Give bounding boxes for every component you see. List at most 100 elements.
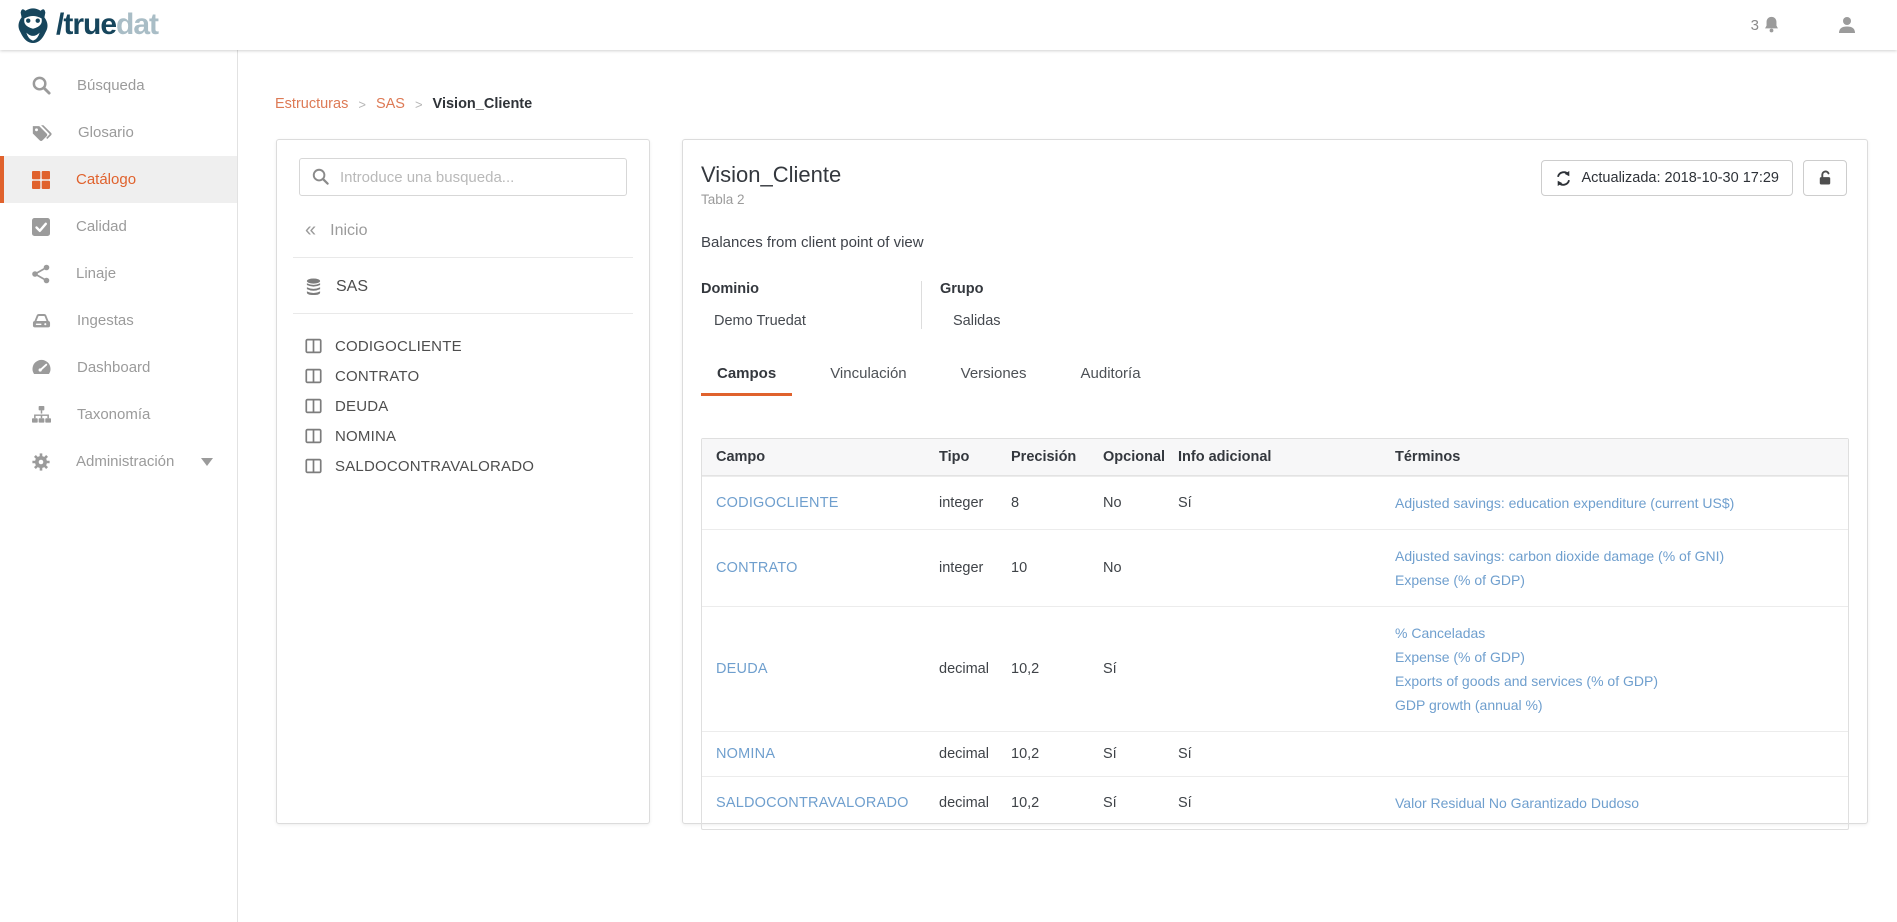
cell-opcional: Sí: [1103, 795, 1178, 811]
breadcrumb: Estructuras > SAS > Vision_Cliente: [275, 96, 1897, 112]
breadcrumb-link-estructuras[interactable]: Estructuras: [275, 96, 348, 112]
table-header-row: Campo Tipo Precisión Opcional Info adici…: [702, 439, 1848, 476]
sidebar-item-catalogo[interactable]: Catálogo: [0, 156, 237, 203]
sidebar-item-linaje[interactable]: Linaje: [0, 250, 237, 297]
user-menu-button[interactable]: [1837, 15, 1857, 35]
field-link[interactable]: DEUDA: [716, 661, 768, 677]
breadcrumb-link-sas[interactable]: SAS: [376, 96, 405, 112]
tree-field-nomina[interactable]: NOMINA: [305, 421, 627, 451]
term-link[interactable]: Adjusted savings: carbon dioxide damage …: [1395, 544, 1836, 568]
database-icon: [305, 278, 322, 296]
field-link[interactable]: SALDOCONTRAVALORADO: [716, 795, 909, 811]
tab-versiones[interactable]: Versiones: [945, 356, 1043, 396]
truedat-logo[interactable]: /truedat: [14, 5, 158, 45]
divider: [293, 257, 633, 258]
tree-field-contrato[interactable]: CONTRATO: [305, 361, 627, 391]
lock-toggle-button[interactable]: [1803, 160, 1847, 196]
table-columns-icon: [305, 458, 322, 474]
term-link[interactable]: GDP growth (annual %): [1395, 693, 1836, 717]
detail-tabs: Campos Vinculación Versiones Auditoría: [701, 356, 1849, 396]
table-columns-icon: [305, 398, 322, 414]
field-link[interactable]: CONTRATO: [716, 560, 798, 576]
breadcrumb-separator: >: [415, 97, 423, 112]
owl-logo-icon: [14, 5, 52, 45]
check-square-icon: [31, 217, 51, 237]
notifications-button[interactable]: 3: [1751, 15, 1781, 35]
cell-info-adicional: Sí: [1178, 495, 1395, 511]
tree-search-input[interactable]: [299, 158, 627, 196]
cell-tipo: decimal: [939, 661, 1011, 677]
tree-field-deuda[interactable]: DEUDA: [305, 391, 627, 421]
gauge-icon: [31, 358, 52, 377]
field-link[interactable]: CODIGOCLIENTE: [716, 495, 839, 511]
table-row: SALDOCONTRAVALORADO decimal 10,2 Sí Sí V…: [702, 776, 1848, 829]
sidebar-item-taxonomia[interactable]: Taxonomía: [0, 391, 237, 438]
tree-back-button[interactable]: « Inicio: [305, 222, 627, 240]
tree-field-codigocliente[interactable]: CODIGOCLIENTE: [305, 331, 627, 361]
term-link[interactable]: Expense (% of GDP): [1395, 645, 1836, 669]
sidebar-item-busqueda[interactable]: Búsqueda: [0, 62, 237, 109]
table-columns-icon: [305, 428, 322, 444]
cell-terminos: % CanceladasExpense (% of GDP)Exports of…: [1395, 621, 1848, 717]
refresh-icon: [1555, 170, 1572, 187]
search-icon: [31, 75, 52, 96]
cell-opcional: Sí: [1103, 746, 1178, 762]
group-label: Grupo: [940, 281, 1001, 297]
cell-terminos: Adjusted savings: carbon dioxide damage …: [1395, 544, 1848, 592]
table-row: CONTRATO integer 10 No Adjusted savings:…: [702, 529, 1848, 606]
term-link[interactable]: % Canceladas: [1395, 621, 1836, 645]
field-link[interactable]: NOMINA: [716, 746, 775, 762]
bell-icon: [1762, 15, 1781, 35]
tree-field-saldocontravalorado[interactable]: SALDOCONTRAVALORADO: [305, 451, 627, 481]
table-row: DEUDA decimal 10,2 Sí % CanceladasExpens…: [702, 606, 1848, 731]
sidebar-item-administracion[interactable]: Administración: [0, 438, 237, 485]
term-link[interactable]: Valor Residual No Garantizado Dudoso: [1395, 791, 1836, 815]
tree-back-label: Inicio: [330, 222, 367, 240]
column-header-opcional: Opcional: [1103, 449, 1178, 465]
cell-info-adicional: Sí: [1178, 746, 1395, 762]
term-link[interactable]: Adjusted savings: education expenditure …: [1395, 491, 1836, 515]
table-columns-icon: [305, 338, 322, 354]
unlock-icon: [1816, 169, 1834, 187]
cell-tipo: integer: [939, 560, 1011, 576]
cell-precision: 8: [1011, 495, 1103, 511]
refresh-updated-button[interactable]: Actualizada: 2018-10-30 17:29: [1541, 160, 1793, 196]
cell-opcional: No: [1103, 560, 1178, 576]
cell-precision: 10,2: [1011, 746, 1103, 762]
field-list: CODIGOCLIENTE CONTRATO: [305, 331, 627, 481]
grid-icon: [31, 170, 51, 190]
column-header-precision: Precisión: [1011, 449, 1103, 465]
structure-tree-panel: « Inicio SAS: [276, 139, 650, 824]
structure-detail-panel: Actualizada: 2018-10-30 17:29 Vision_Cli…: [682, 139, 1868, 824]
updated-label: Actualizada: 2018-10-30 17:29: [1581, 170, 1779, 186]
term-link[interactable]: Exports of goods and services (% of GDP): [1395, 669, 1836, 693]
column-header-tipo: Tipo: [939, 449, 1011, 465]
tab-campos[interactable]: Campos: [701, 356, 792, 396]
top-header: /truedat 3: [0, 0, 1897, 50]
domain-value: Demo Truedat: [701, 313, 891, 329]
breadcrumb-separator: >: [358, 97, 366, 112]
notification-count-badge: 3: [1751, 17, 1759, 34]
breadcrumb-current: Vision_Cliente: [433, 96, 533, 112]
cell-opcional: Sí: [1103, 661, 1178, 677]
drive-icon: [31, 311, 52, 330]
cell-terminos: Adjusted savings: education expenditure …: [1395, 491, 1848, 515]
table-columns-icon: [305, 368, 322, 384]
column-header-terminos: Términos: [1395, 449, 1848, 465]
sidebar-item-calidad[interactable]: Calidad: [0, 203, 237, 250]
tab-auditoria[interactable]: Auditoría: [1065, 356, 1157, 396]
cell-terminos: Valor Residual No Garantizado Dudoso: [1395, 791, 1848, 815]
term-link[interactable]: Expense (% of GDP): [1395, 568, 1836, 592]
sidebar-item-ingestas[interactable]: Ingestas: [0, 297, 237, 344]
tags-icon: [31, 123, 53, 143]
tree-system-sas[interactable]: SAS: [305, 278, 627, 296]
cell-tipo: decimal: [939, 795, 1011, 811]
divider: [293, 313, 633, 314]
fields-table: Campo Tipo Precisión Opcional Info adici…: [701, 438, 1849, 830]
column-header-campo: Campo: [702, 449, 939, 465]
sidebar-item-dashboard[interactable]: Dashboard: [0, 344, 237, 391]
sidebar-item-glosario[interactable]: Glosario: [0, 109, 237, 156]
column-header-info-adicional: Info adicional: [1178, 449, 1395, 465]
tab-vinculacion[interactable]: Vinculación: [814, 356, 922, 396]
group-value: Salidas: [940, 313, 1001, 329]
